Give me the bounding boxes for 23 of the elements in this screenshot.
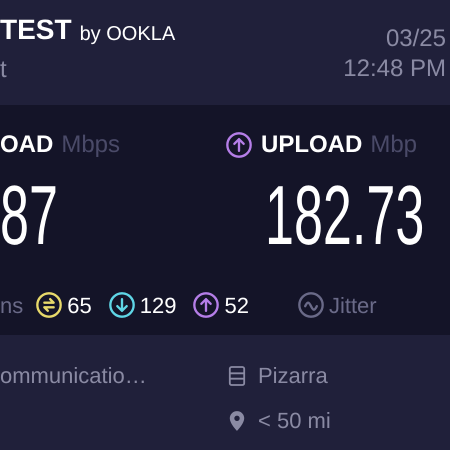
- server-name: Pizarra: [258, 362, 328, 390]
- test-date: 03/25: [386, 24, 446, 54]
- unit-label: Mbp: [370, 130, 418, 160]
- ping-value: 129: [140, 292, 176, 320]
- server-icon: [228, 364, 246, 386]
- location-pin-icon: [228, 410, 246, 432]
- speed-value: 182.73: [265, 173, 424, 257]
- ping-value: 65: [67, 292, 92, 320]
- brand-suffix: by OOKLA: [80, 24, 176, 44]
- result-label: OAD: [0, 130, 54, 160]
- subtitle: t: [0, 55, 8, 85]
- wave-icon: [296, 291, 325, 319]
- server-distance: < 50 mi: [258, 407, 331, 435]
- ping-value: 52: [224, 292, 249, 320]
- brand-title: TEST: [0, 16, 72, 44]
- upload-icon: [225, 131, 253, 159]
- ping-unit: ns: [0, 292, 24, 320]
- jitter-label: Jitter: [328, 292, 377, 320]
- speed-value: 87: [0, 173, 58, 257]
- unit-label: Mbps: [61, 130, 120, 160]
- test-time: 12:48 PM: [343, 54, 446, 84]
- provider-name: ommunicatio…: [0, 362, 148, 390]
- result-label: UPLOAD: [261, 130, 362, 160]
